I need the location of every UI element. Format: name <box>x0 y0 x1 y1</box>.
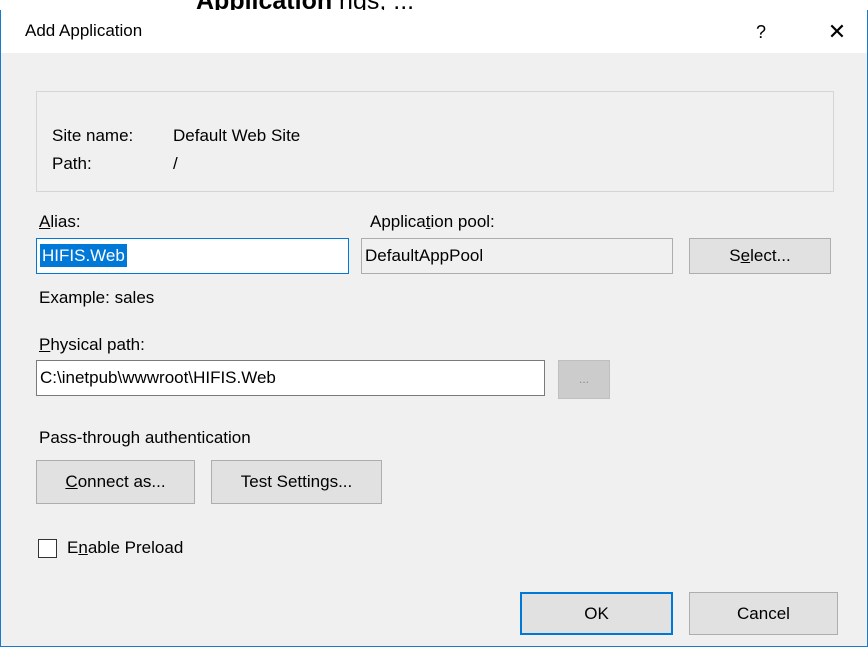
alias-label-mnemonic: A <box>39 212 51 231</box>
alias-label: Alias: <box>39 212 81 232</box>
application-pool-label-text: Applica <box>370 212 426 231</box>
title-bar: Add Application ? ✕ <box>1 10 867 53</box>
physical-path-label-mnemonic: P <box>39 335 51 354</box>
select-button-text-end: lect... <box>750 246 791 265</box>
dialog-title: Add Application <box>25 21 143 40</box>
alias-input[interactable]: HIFIS.Web <box>36 238 349 274</box>
connect-as-text: onnect as... <box>77 472 166 491</box>
ok-button[interactable]: OK <box>520 592 673 635</box>
physical-path-label-text: hysical path: <box>50 335 145 354</box>
enable-preload-mnemonic: n <box>78 538 88 557</box>
add-application-dialog: Add Application ? ✕ Site name: Default W… <box>0 10 868 647</box>
close-button[interactable]: ✕ <box>817 17 857 47</box>
application-pool-label: Application pool: <box>370 212 495 232</box>
alias-label-text: lias: <box>50 212 81 231</box>
alias-input-value: HIFIS.Web <box>40 244 127 267</box>
browse-path-button[interactable]: ... <box>558 360 610 399</box>
select-app-pool-button[interactable]: Select... <box>689 238 831 274</box>
path-label: Path: <box>52 154 92 173</box>
site-info-panel: Site name: Default Web Site Path: / <box>36 91 834 192</box>
enable-preload-text-end: able Preload <box>87 538 184 557</box>
site-name-label: Site name: <box>52 126 134 145</box>
enable-preload-label[interactable]: Enable Preload <box>67 538 183 558</box>
path-value: / <box>173 154 178 173</box>
alias-example-text: Example: sales <box>39 288 155 307</box>
connect-as-button[interactable]: Connect as... <box>36 460 195 504</box>
cancel-button[interactable]: Cancel <box>689 592 838 635</box>
physical-path-input[interactable]: C:\inetpub\wwwroot\HIFIS.Web <box>36 360 545 396</box>
help-button[interactable]: ? <box>743 17 779 47</box>
application-pool-label-text-end: ion pool: <box>430 212 495 231</box>
connect-as-mnemonic: C <box>65 472 78 491</box>
test-settings-button[interactable]: Test Settings... <box>211 460 382 504</box>
enable-preload-checkbox[interactable] <box>38 539 57 558</box>
select-button-text: S <box>729 246 741 265</box>
application-pool-field: DefaultAppPool <box>361 238 673 274</box>
physical-path-label: Physical path: <box>39 335 145 355</box>
test-settings-text-end: s... <box>329 472 353 491</box>
site-name-value: Default Web Site <box>173 126 301 145</box>
test-settings-text: Test Settin <box>240 472 321 491</box>
enable-preload-text: E <box>67 538 79 557</box>
select-button-mnemonic: e <box>740 246 751 265</box>
pass-through-auth-label: Pass-through authentication <box>39 428 251 447</box>
test-settings-mnemonic: g <box>320 472 330 491</box>
